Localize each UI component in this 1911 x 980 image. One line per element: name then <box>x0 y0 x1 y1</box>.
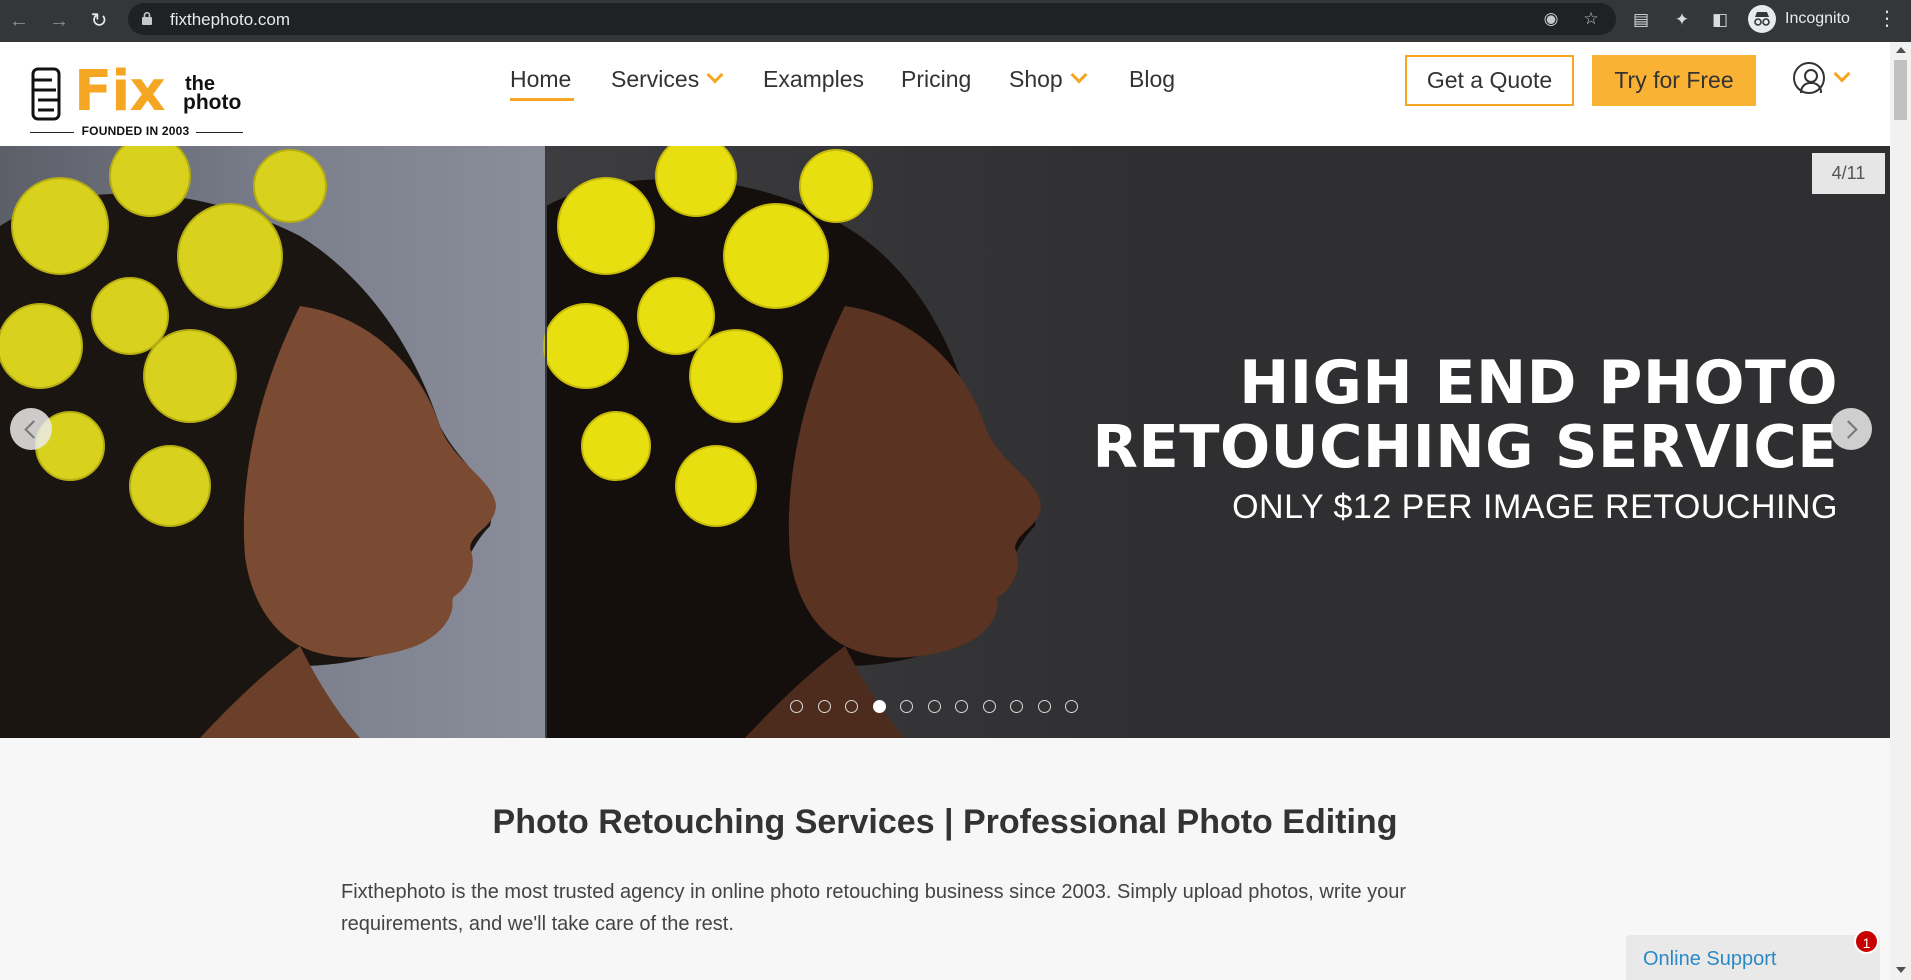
active-nav-underline <box>510 98 574 101</box>
address-bar[interactable]: fixthephoto.com ◉ ☆ <box>128 3 1616 35</box>
hero-subheading: ONLY $12 PER IMAGE RETOUCHING <box>1232 488 1838 526</box>
logo-tagline: FOUNDED IN 2003 <box>81 124 190 138</box>
slide-dot-5[interactable] <box>900 700 913 713</box>
site-logo[interactable]: Fix the photo FOUNDED IN 2003 <box>28 59 248 146</box>
hero-slider: 4/11 HIGH END PHOTO RETOUCHING SERVICE O… <box>0 146 1890 738</box>
eye-off-icon[interactable]: ◉ <box>1541 9 1561 29</box>
hero-heading-line2: RETOUCHING SERVICE <box>1092 412 1838 481</box>
nav-home-label: Home <box>510 66 572 92</box>
nav-examples[interactable]: Examples <box>763 62 864 96</box>
forward-icon[interactable]: → <box>46 8 72 34</box>
nav-home[interactable]: Home <box>510 62 571 96</box>
prev-slide-button[interactable] <box>10 408 52 450</box>
chevron-down-icon <box>706 66 724 84</box>
nav-examples-label: Examples <box>763 66 864 92</box>
slide-dot-1[interactable] <box>790 700 803 713</box>
nav-blog[interactable]: Blog <box>1129 62 1175 96</box>
incognito-label[interactable]: Incognito <box>1785 10 1850 28</box>
lock-icon <box>142 12 152 25</box>
slide-dot-8[interactable] <box>982 700 996 713</box>
browser-toolbar: ← → ↻ fixthephoto.com ◉ ☆ ▤ ✦ ◧ Incognit… <box>0 0 1911 42</box>
online-support-label[interactable]: Online Support <box>1643 948 1776 971</box>
slide-counter: 4/11 <box>1812 153 1885 194</box>
hero-heading: HIGH END PHOTO RETOUCHING SERVICE <box>938 351 1838 479</box>
reload-icon[interactable]: ↻ <box>86 8 112 34</box>
nav-pricing-label: Pricing <box>901 66 972 92</box>
slide-dot-9[interactable] <box>1010 700 1023 713</box>
online-support-widget[interactable]: Online Support <box>1626 935 1880 980</box>
get-quote-button[interactable]: Get a Quote <box>1405 55 1574 106</box>
support-notification-badge: 1 <box>1854 929 1879 954</box>
extensions-icon[interactable]: ✦ <box>1671 9 1693 31</box>
incognito-icon[interactable] <box>1748 5 1776 33</box>
page-title: Photo Retouching Services | Professional… <box>492 803 1398 841</box>
reading-list-icon[interactable]: ▤ <box>1630 9 1652 31</box>
side-panel-icon[interactable]: ◧ <box>1709 9 1731 31</box>
nav-pricing[interactable]: Pricing <box>901 62 971 96</box>
slide-dot-4[interactable] <box>872 700 886 713</box>
nav-shop[interactable]: Shop <box>1009 62 1088 96</box>
site-header: Fix the photo FOUNDED IN 2003 Home Servi… <box>0 42 1890 146</box>
logo-fix: Fix <box>74 59 166 124</box>
star-icon[interactable]: ☆ <box>1581 9 1601 29</box>
page-scrollbar[interactable] <box>1890 42 1911 980</box>
browser-menu-icon[interactable]: ⋮ <box>1877 8 1897 30</box>
slide-dot-3[interactable] <box>845 700 858 713</box>
user-account-icon[interactable] <box>1793 62 1825 94</box>
chevron-down-icon <box>1070 66 1088 84</box>
chevron-down-icon[interactable] <box>1833 65 1851 83</box>
nav-blog-label: Blog <box>1129 66 1176 92</box>
try-free-button[interactable]: Try for Free <box>1592 55 1756 106</box>
slide-dot-7[interactable] <box>955 700 968 713</box>
back-icon[interactable]: ← <box>6 8 32 34</box>
slide-dot-6[interactable] <box>927 700 941 713</box>
hero-heading-line1: HIGH END PHOTO <box>1239 348 1838 418</box>
slide-dot-2[interactable] <box>817 700 831 713</box>
logo-camera-hands-icon <box>31 67 61 121</box>
intro-paragraph: Fixthephoto is the most trusted agency i… <box>341 881 1407 935</box>
slide-dot-10[interactable] <box>1037 700 1051 713</box>
before-after-divider[interactable] <box>545 146 547 738</box>
slide-dot-11[interactable] <box>1065 700 1078 713</box>
nav-shop-label: Shop <box>1009 66 1063 92</box>
scroll-up-icon[interactable] <box>1896 47 1906 53</box>
scroll-down-icon[interactable] <box>1896 967 1906 973</box>
nav-services[interactable]: Services <box>611 62 724 96</box>
nav-services-label: Services <box>611 66 700 92</box>
scroll-thumb[interactable] <box>1894 60 1907 120</box>
logo-photo: photo <box>183 91 242 114</box>
url-text[interactable]: fixthephoto.com <box>170 10 290 30</box>
